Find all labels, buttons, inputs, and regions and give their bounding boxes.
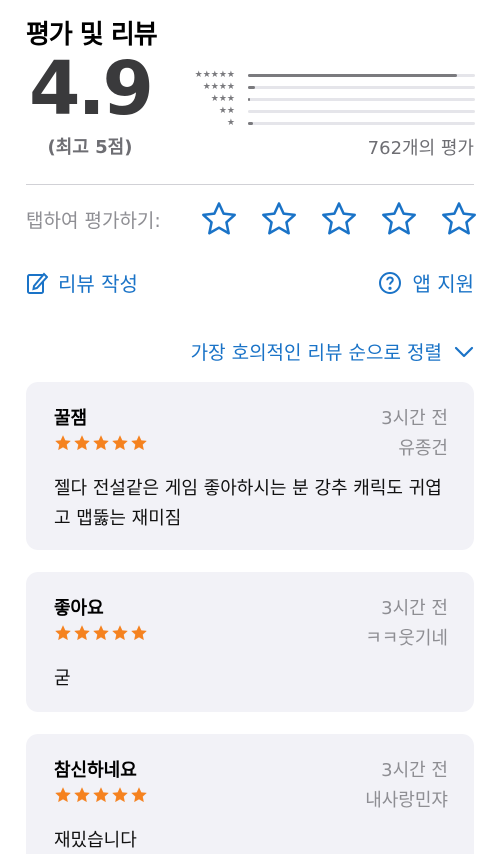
- review-title: 좋아요: [54, 598, 104, 619]
- histogram-bar-track: [248, 86, 475, 89]
- star-filled-icon: [112, 625, 128, 640]
- star-filled-icon: [131, 787, 147, 802]
- write-review-label: 리뷰 작성: [58, 272, 138, 296]
- review-date: 3시간 전: [381, 408, 448, 429]
- review-author: ㅋㅋ웃기네: [365, 628, 448, 649]
- tap-to-rate-stars: [200, 200, 478, 238]
- star-filled-icon: [55, 787, 71, 802]
- review-author: 내사랑민쟈: [365, 790, 448, 811]
- star-filled-icon: [93, 625, 109, 640]
- sort-selector[interactable]: 가장 호의적인 리뷰 순으로 정렬: [191, 338, 474, 365]
- star-filled-icon: [112, 435, 128, 450]
- review-title: 참신하네요: [54, 760, 137, 781]
- star-filled-icon: [112, 787, 128, 802]
- histogram-bar-track: [248, 110, 475, 113]
- histogram-bar-fill: [248, 86, 255, 89]
- histogram-star-label: ★★: [218, 106, 235, 116]
- divider: [26, 184, 474, 185]
- review-body: 굳: [54, 668, 71, 689]
- rate-star-2-icon[interactable]: [260, 200, 298, 238]
- rate-star-3-icon[interactable]: [320, 200, 358, 238]
- histogram-bar-track: [248, 74, 475, 77]
- sort-label: 가장 호의적인 리뷰 순으로 정렬: [190, 342, 442, 364]
- review-body: 재밌습니다: [54, 830, 137, 851]
- histogram-row-1: ★: [180, 118, 475, 130]
- rate-star-1-icon[interactable]: [200, 200, 238, 238]
- star-filled-icon: [93, 435, 109, 450]
- review-date: 3시간 전: [381, 760, 448, 781]
- question-circle-icon: [379, 271, 402, 294]
- star-filled-icon: [131, 625, 147, 640]
- review-stars: [54, 786, 149, 804]
- average-rating: 4.9: [28, 46, 154, 132]
- histogram-star-label: ★★★: [210, 94, 235, 104]
- histogram-bar-track: [248, 122, 475, 125]
- star-filled-icon: [131, 435, 147, 450]
- star-filled-icon: [55, 625, 71, 640]
- chevron-down-icon: [454, 346, 474, 357]
- rate-star-5-icon[interactable]: [440, 200, 478, 238]
- review-stars: [54, 434, 149, 452]
- review-card[interactable]: 좋아요 3시간 전 ㅋㅋ웃기네 굳: [26, 572, 474, 712]
- star-filled-icon: [93, 787, 109, 802]
- rating-scale: (최고 5점): [47, 137, 133, 158]
- review-date: 3시간 전: [381, 598, 448, 619]
- review-author: 유종건: [398, 438, 448, 459]
- histogram-bar-fill: [248, 122, 253, 125]
- histogram-bar-fill: [248, 98, 251, 101]
- review-card[interactable]: 꿀잼 3시간 전 유종건 젤다 전설같은 게임 좋아하시는 분 강추 캐릭도 귀…: [26, 382, 474, 550]
- app-support-label: 앱 지원: [412, 272, 474, 296]
- review-body: 젤다 전설같은 게임 좋아하시는 분 강추 캐릭도 귀엽고 맵뚫는 재미짐: [54, 478, 442, 529]
- rating-histogram: ★★★★★ ★★★★ ★★★ ★★ ★: [180, 70, 475, 130]
- review-title: 꿀잼: [54, 408, 88, 429]
- review-card[interactable]: 참신하네요 3시간 전 내사랑민쟈 재밌습니다: [26, 734, 474, 854]
- star-filled-icon: [74, 435, 90, 450]
- review-stars: [54, 624, 149, 642]
- app-support-button[interactable]: 앱 지원: [378, 268, 474, 297]
- histogram-star-label: ★★★★: [202, 82, 235, 92]
- star-filled-icon: [74, 787, 90, 802]
- histogram-star-label: ★: [226, 118, 235, 128]
- rate-star-4-icon[interactable]: [380, 200, 418, 238]
- histogram-star-label: ★★★★★: [194, 70, 235, 80]
- star-filled-icon: [74, 625, 90, 640]
- write-review-button[interactable]: 리뷰 작성: [26, 268, 138, 297]
- histogram-bar-fill: [248, 74, 457, 77]
- star-filled-icon: [55, 435, 71, 450]
- tap-to-rate-label: 탭하여 평가하기:: [26, 210, 161, 232]
- compose-icon: [27, 272, 48, 294]
- rating-count: 762개의 평가: [367, 138, 474, 159]
- histogram-row-2: ★★: [180, 106, 475, 118]
- histogram-bar-track: [248, 98, 475, 101]
